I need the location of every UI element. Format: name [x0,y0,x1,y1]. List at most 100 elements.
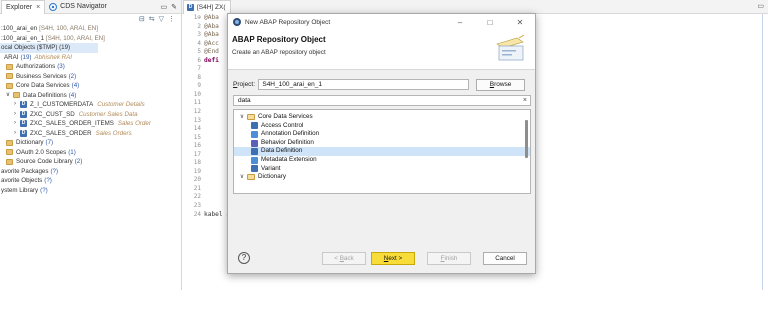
minimize-icon[interactable]: ▭ [161,3,168,11]
tree-item[interactable]: Authorizations (3) [0,62,181,72]
tree-item[interactable]: ystem Library (?) [0,186,181,196]
new-object-dialog: New ABAP Repository Object – □ ✕ ABAP Re… [227,13,536,274]
browse-button[interactable]: Browse [476,78,525,91]
chevron-right-icon[interactable]: › [12,129,18,139]
back-button[interactable]: < Back [322,251,366,265]
tree-item-local-objects[interactable]: ocal Objects ($TMP) (19) [0,43,98,53]
tree-item-ddl[interactable]: › D Z_I_CUSTOMERDATA Customer Details [0,100,181,110]
tab-editor-file[interactable]: D [S4H] ZX( [183,0,231,14]
chevron-right-icon[interactable]: › [12,119,18,129]
view-menu-icon[interactable]: ⋮ [168,15,175,23]
tree-item-label: Core Data Services [258,113,313,120]
wizard-banner-icon [496,34,525,61]
tree-item[interactable]: Behavior Definition [234,139,530,148]
line-number: 22 [193,193,201,201]
project-label: Project: [233,81,256,88]
chevron-down-icon[interactable]: ∨ [239,113,245,122]
finish-button[interactable]: Finish [427,251,471,265]
tree-item-ddl[interactable]: › D ZXC_SALES_ORDER_ITEMS Sales Order [0,119,181,129]
folder-icon [13,92,20,99]
tree-item[interactable]: Variant [234,165,530,174]
tree-item[interactable]: :100_arai_en_1 [S4H, 100, ARAI, EN] [0,34,181,44]
wizard-footer: ? < Back Next > Finish Cancel [228,243,535,273]
tree-item-label: Data Definition [261,147,303,155]
tree-item[interactable]: avorite Packages (?) [0,167,181,177]
chevron-down-icon[interactable]: ∨ [5,91,11,101]
pin-icon[interactable]: ✎ [171,3,177,11]
tab-cds-navigator[interactable]: CDS Navigator [45,0,111,14]
collapse-all-icon[interactable]: ⊟ [139,15,145,23]
next-button[interactable]: Next > [371,251,415,265]
tree-item-ddl[interactable]: › D ZXC_CUST_SD Customer Sales Data [0,110,181,120]
data-definition-icon: D [20,120,27,128]
cds-navigator-icon [49,2,58,11]
tree-item[interactable]: Dictionary (7) [0,138,181,148]
ide-window: Explorer × CDS Navigator ▭ ✎ ⊟ ⇆ ▽ ⋮ :10… [0,0,768,290]
filter-input[interactable]: data × [233,95,531,106]
tab-project-explorer[interactable]: Explorer × [1,0,46,14]
tree-item-label: Dictionary [258,173,286,181]
maximize-icon[interactable]: ▭ [757,2,764,10]
help-button[interactable]: ? [238,252,250,264]
clear-icon[interactable]: × [523,96,527,105]
object-type-icon [251,139,258,147]
tree-item[interactable]: :100_arai_en [S4H, 100, ARAI, EN] [0,24,181,34]
object-type-icon [251,122,258,130]
line-number: 16 [193,142,201,150]
folder-open-icon [247,114,255,121]
project-row: Project: S4H_100_arai_en_1 Browse [233,78,525,91]
tree-item-label: Variant [261,164,281,172]
close-icon[interactable]: × [36,4,40,11]
tree-item[interactable]: Business Services (2) [0,72,181,82]
folder-icon [6,139,13,146]
close-button[interactable]: ✕ [505,18,535,27]
line-number: 1⊕ [193,14,201,21]
scrollbar[interactable] [525,120,528,158]
tree-item-data-definitions[interactable]: ∨ Data Definitions (4) [0,91,181,101]
folder-icon [6,82,13,89]
tree-item[interactable]: Metadata Extension [234,156,530,165]
tree-item-label: Metadata Extension [261,155,317,163]
line-number: 23 [193,202,201,210]
chevron-right-icon[interactable]: › [12,110,18,120]
minimize-button[interactable]: – [445,18,475,27]
dialog-title: New ABAP Repository Object [245,18,331,26]
cancel-button[interactable]: Cancel [483,251,527,265]
tree-item-user[interactable]: ARAI (19) Abhishek RAI [0,53,181,63]
explorer-tree: :100_arai_en [S4H, 100, ARAI, EN] :100_a… [0,24,181,195]
line-number: 7 [197,65,201,73]
line-number: 18 [193,159,201,167]
window-controls: – □ ✕ [445,18,535,27]
line-number: 14 [193,125,201,133]
tree-item[interactable]: ∨ Dictionary [234,173,530,182]
maximize-button[interactable]: □ [475,18,505,27]
project-field[interactable]: S4H_100_arai_en_1 [258,79,470,90]
object-type-icon [251,165,258,173]
data-definition-icon: D [20,129,27,137]
folder-icon [6,63,13,70]
line-number: 20 [193,176,201,184]
chevron-right-icon[interactable]: › [12,100,18,110]
editor-tabbar: D [S4H] ZX( ▭ [182,0,768,14]
tree-item[interactable]: OAuth 2.0 Scopes (1) [0,148,181,158]
tree-item[interactable]: ∨ Core Data Services [234,113,530,122]
tree-item[interactable]: avorite Objects (?) [0,176,181,186]
eclipse-icon [233,18,241,26]
line-number: 21 [193,184,201,192]
tree-item-label: Behavior Definition [261,138,314,146]
line-number: 4 [197,39,201,47]
tree-item-selected[interactable]: Data Definition [234,147,530,156]
tree-item[interactable]: Source Code Library (2) [0,157,181,167]
tree-item-ddl[interactable]: › D ZXC_SALES_ORDER Sales Orders [0,129,181,139]
tab-label: Explorer [6,3,33,11]
chevron-down-icon[interactable]: ∨ [239,173,245,182]
tree-item[interactable]: Annotation Definition [234,130,530,139]
explorer-tabbar: Explorer × CDS Navigator ▭ ✎ [0,0,181,14]
folder-icon [6,149,13,156]
tree-item[interactable]: Core Data Services (4) [0,81,181,91]
object-type-icon [251,130,258,138]
folder-open-icon [247,174,255,181]
filter-icon[interactable]: ▽ [159,15,164,23]
tree-item[interactable]: Access Control [234,122,530,131]
link-with-editor-icon[interactable]: ⇆ [149,15,155,23]
